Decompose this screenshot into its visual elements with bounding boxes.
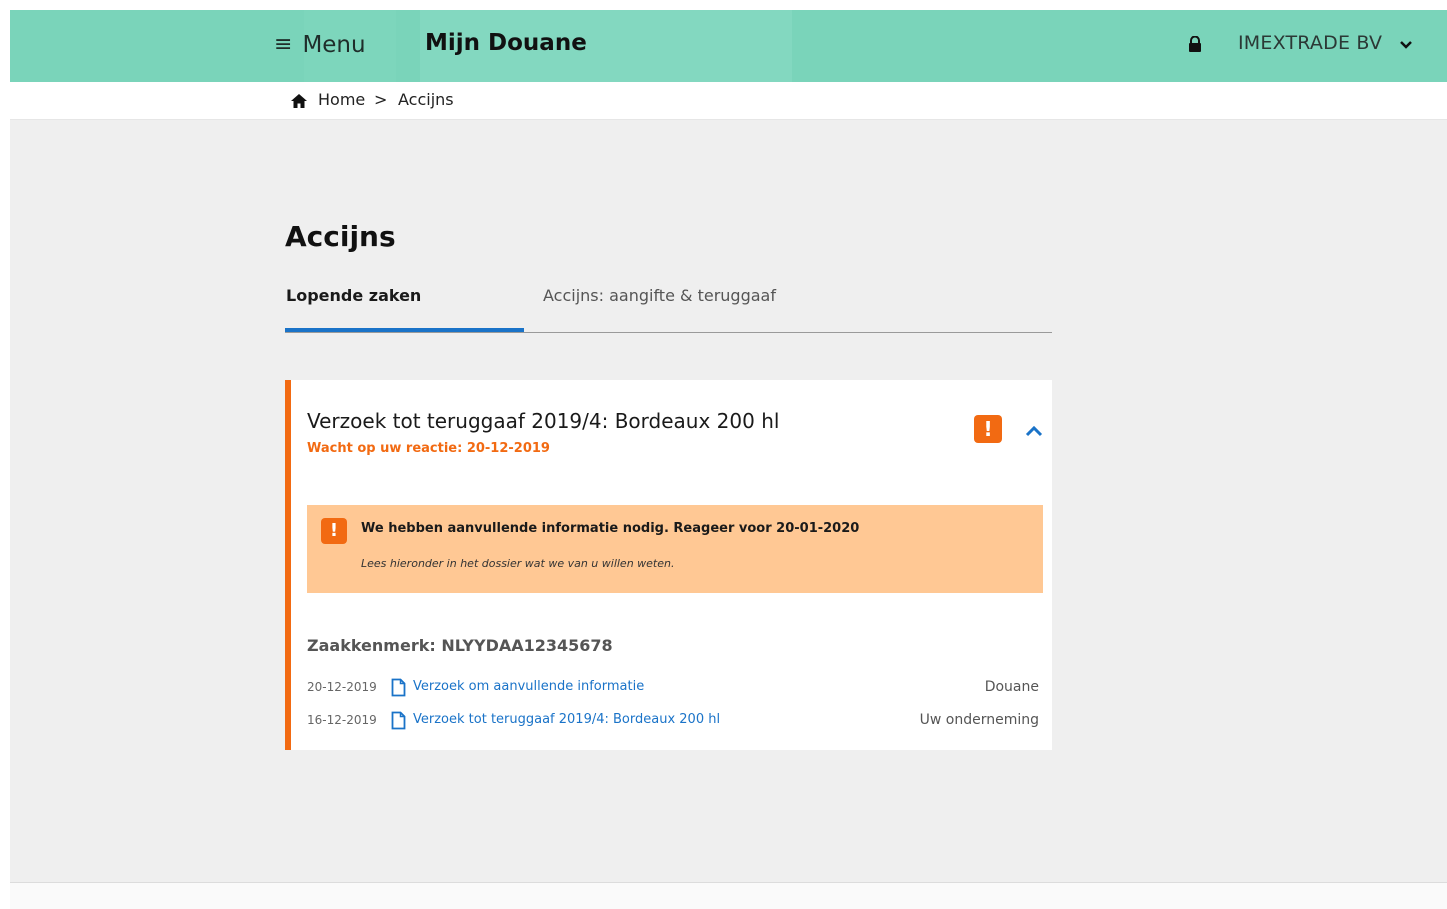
case-title: Verzoek tot teruggaaf 2019/4: Bordeaux 2…: [307, 409, 780, 433]
document-icon: [391, 678, 406, 697]
document-icon: [391, 711, 406, 730]
breadcrumb-current: Accijns: [398, 90, 454, 109]
lock-icon: [1189, 36, 1201, 52]
notice-text: Lees hieronder in het dossier wat we van…: [361, 557, 675, 570]
notice-title: We hebben aanvullende informatie nodig. …: [361, 521, 860, 536]
footer: [10, 883, 1447, 909]
list-item: 20-12-2019 Verzoek om aanvullende inform…: [307, 678, 1043, 700]
menu-button[interactable]: ≡ Menu: [274, 30, 366, 60]
breadcrumb-separator: >: [374, 90, 388, 109]
company-name[interactable]: IMEXTRADE BV: [1238, 32, 1382, 54]
menu-label: Menu: [302, 32, 366, 58]
info-request-notice: ! We hebben aanvullende informatie nodig…: [307, 505, 1043, 593]
menu-icon: ≡: [274, 32, 293, 57]
top-bar: ≡ Menu Mijn Douane IMEXTRADE BV: [10, 10, 1447, 82]
breadcrumb-home[interactable]: Home: [318, 90, 365, 109]
page-title: Accijns: [285, 220, 396, 253]
tab-aangifte-teruggaaf[interactable]: Accijns: aangifte & teruggaaf: [543, 286, 776, 305]
document-link[interactable]: Verzoek tot teruggaaf 2019/4: Bordeaux 2…: [413, 712, 720, 727]
case-reference: Zaakkenmerk: NLYYDAA12345678: [307, 636, 613, 655]
case-status: Wacht op uw reactie: 20-12-2019: [307, 441, 550, 456]
home-icon[interactable]: [291, 94, 307, 108]
app-title: Mijn Douane: [425, 30, 587, 56]
document-party: Uw onderneming: [919, 712, 1039, 728]
alert-icon: !: [974, 415, 1002, 443]
case-card: Verzoek tot teruggaaf 2019/4: Bordeaux 2…: [285, 380, 1052, 750]
chevron-up-icon[interactable]: [1024, 424, 1044, 438]
document-link[interactable]: Verzoek om aanvullende informatie: [413, 679, 644, 694]
document-party: Douane: [984, 679, 1039, 695]
app-frame: ≡ Menu Mijn Douane IMEXTRADE BV Home > A…: [10, 10, 1447, 909]
tab-lopende-zaken[interactable]: Lopende zaken: [286, 286, 421, 305]
document-date: 16-12-2019: [307, 713, 377, 727]
breadcrumb: Home > Accijns: [10, 82, 1447, 120]
active-tab-indicator: [285, 328, 524, 332]
document-date: 20-12-2019: [307, 680, 377, 694]
chevron-down-icon[interactable]: [1399, 40, 1413, 50]
tab-bar: Lopende zaken Accijns: aangifte & terugg…: [285, 270, 1052, 333]
main-content: Accijns Lopende zaken Accijns: aangifte …: [10, 120, 1447, 882]
alert-icon: !: [321, 518, 347, 544]
list-item: 16-12-2019 Verzoek tot teruggaaf 2019/4:…: [307, 711, 1043, 733]
